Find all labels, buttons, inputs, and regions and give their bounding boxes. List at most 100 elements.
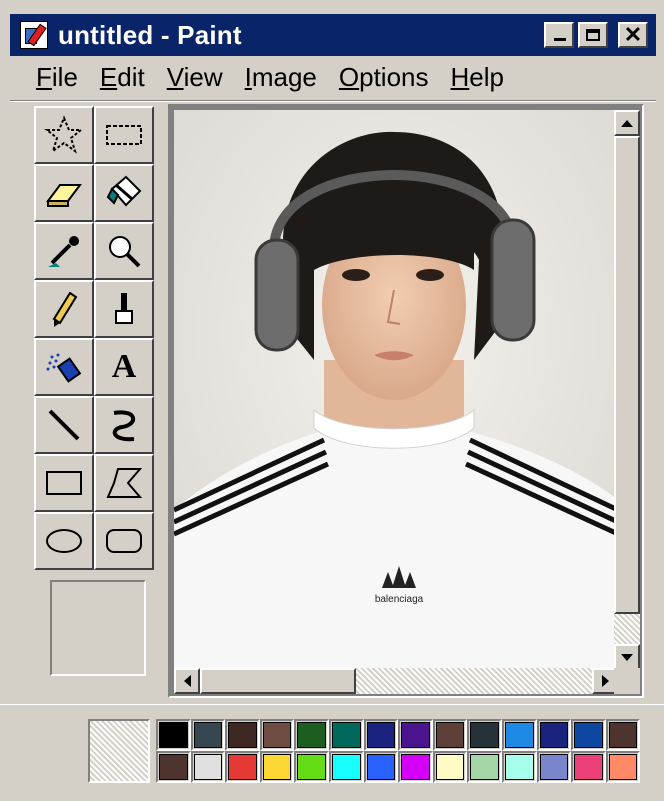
tool-pick-color[interactable] [34,222,94,280]
vertical-scroll-thumb[interactable] [614,136,640,614]
color-swatch[interactable] [536,719,572,751]
color-swatch[interactable] [225,751,260,783]
drawing-canvas[interactable]: balenciaga [174,110,618,670]
color-swatch[interactable] [501,751,537,783]
arrow-down-icon [621,653,633,661]
tool-text[interactable]: A [94,338,154,396]
tool-free-form-select[interactable] [34,106,94,164]
swatch-color-fill [331,722,361,748]
scroll-up-button[interactable] [614,110,640,136]
color-swatch[interactable] [398,751,433,783]
swatch-color-fill [262,722,292,748]
tool-line[interactable] [34,396,94,454]
minimize-button[interactable] [544,22,574,48]
color-swatch[interactable] [501,719,537,751]
current-colors-indicator[interactable] [88,719,150,783]
shirt-logo-text: balenciaga [375,594,424,605]
color-palette [156,719,641,783]
horizontal-scrollbar[interactable] [174,668,618,694]
close-icon: ✕ [623,22,643,47]
maximize-button[interactable] [578,22,608,48]
color-swatch[interactable] [259,719,295,751]
color-swatch[interactable] [605,751,641,783]
line-icon [48,409,80,441]
color-swatch[interactable] [571,751,606,783]
color-swatch[interactable] [363,751,399,783]
arrow-right-icon [601,675,609,687]
swatch-color-fill [470,754,499,780]
tool-eraser[interactable] [34,164,94,222]
color-swatch[interactable] [605,719,641,751]
color-swatch[interactable] [432,751,468,783]
paint-app-icon[interactable] [20,21,48,49]
color-swatch[interactable] [363,719,399,751]
swatch-color-fill [435,754,465,780]
tool-rounded-rectangle[interactable] [94,512,154,570]
swatch-color-fill [401,722,430,748]
swatch-color-fill [297,722,326,748]
tool-ellipse[interactable] [34,512,94,570]
tool-pencil[interactable] [34,280,94,338]
menu-image[interactable]: Image [245,62,317,93]
scroll-down-button[interactable] [614,644,640,670]
color-swatch[interactable] [432,719,468,751]
close-button[interactable]: ✕ [618,22,648,48]
color-swatch[interactable] [398,719,433,751]
text-icon: A [111,348,137,385]
horizontal-scroll-thumb[interactable] [200,668,356,694]
color-swatch[interactable] [467,751,502,783]
color-swatch[interactable] [328,719,364,751]
minimize-icon [554,38,566,41]
swatch-color-fill [539,754,569,780]
swatch-color-fill [228,722,257,748]
tool-brush[interactable] [94,280,154,338]
polygon-icon [106,468,143,498]
fill-bucket-icon [106,175,142,207]
swatch-color-fill [401,754,430,780]
swatch-color-fill [297,754,326,780]
swatch-color-fill [574,722,603,748]
color-swatch[interactable] [156,719,191,751]
tool-fill[interactable] [94,164,154,222]
scroll-left-button[interactable] [174,668,200,694]
swatch-color-fill [504,722,534,748]
color-swatch[interactable] [190,751,226,783]
color-palette-area [0,704,664,801]
swatch-color-fill [574,754,603,780]
color-swatch[interactable] [571,719,606,751]
tool-select[interactable] [94,106,154,164]
color-swatch[interactable] [536,751,572,783]
title-bar[interactable]: untitled - Paint ✕ [10,14,656,56]
vertical-scrollbar[interactable] [614,110,640,670]
eraser-icon [46,184,82,207]
color-swatch[interactable] [294,751,329,783]
ellipse-icon [46,529,82,553]
portrait-photo: balenciaga [174,110,618,670]
canvas-frame: balenciaga [168,104,644,698]
tool-curve[interactable] [94,396,154,454]
menu-view[interactable]: View [167,62,223,93]
menu-options[interactable]: Options [339,62,429,93]
menu-bar: File Edit View Image Options Help [10,58,656,96]
menu-help[interactable]: Help [451,62,504,93]
tool-options-box[interactable] [50,580,146,676]
scrollbar-corner [614,668,640,694]
color-swatch[interactable] [328,751,364,783]
color-swatch[interactable] [467,719,502,751]
tool-polygon[interactable] [94,454,154,512]
tool-airbrush[interactable] [34,338,94,396]
menu-edit[interactable]: Edit [100,62,145,93]
color-swatch[interactable] [259,751,295,783]
color-swatch[interactable] [225,719,260,751]
tool-magnifier[interactable] [94,222,154,280]
color-swatch[interactable] [190,719,226,751]
tool-box: A [12,104,166,704]
rounded-rectangle-icon [106,529,142,553]
menu-file[interactable]: File [36,62,78,93]
swatch-color-fill [608,722,638,748]
rect-select-icon [106,125,142,145]
swatch-color-fill [366,754,396,780]
color-swatch[interactable] [156,751,191,783]
tool-rectangle[interactable] [34,454,94,512]
color-swatch[interactable] [294,719,329,751]
